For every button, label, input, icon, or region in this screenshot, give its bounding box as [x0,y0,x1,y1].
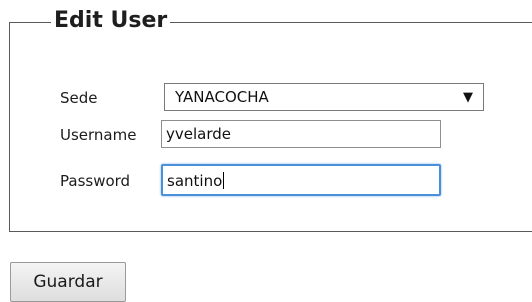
chevron-down-icon: ▼ [463,90,473,105]
password-input[interactable]: santino [161,164,441,196]
fieldset-legend: Edit User [51,6,171,36]
password-label: Password [60,172,131,190]
save-button[interactable]: Guardar [10,262,126,302]
text-caret [223,172,225,189]
sede-selected-value: YANACOCHA [175,88,269,106]
sede-label: Sede [60,89,98,107]
password-value: santino [167,172,223,190]
sede-select[interactable]: YANACOCHA ▼ [164,83,484,111]
username-value: yvelarde [166,125,231,143]
username-label: Username [60,126,137,144]
username-input[interactable]: yvelarde [161,120,441,148]
